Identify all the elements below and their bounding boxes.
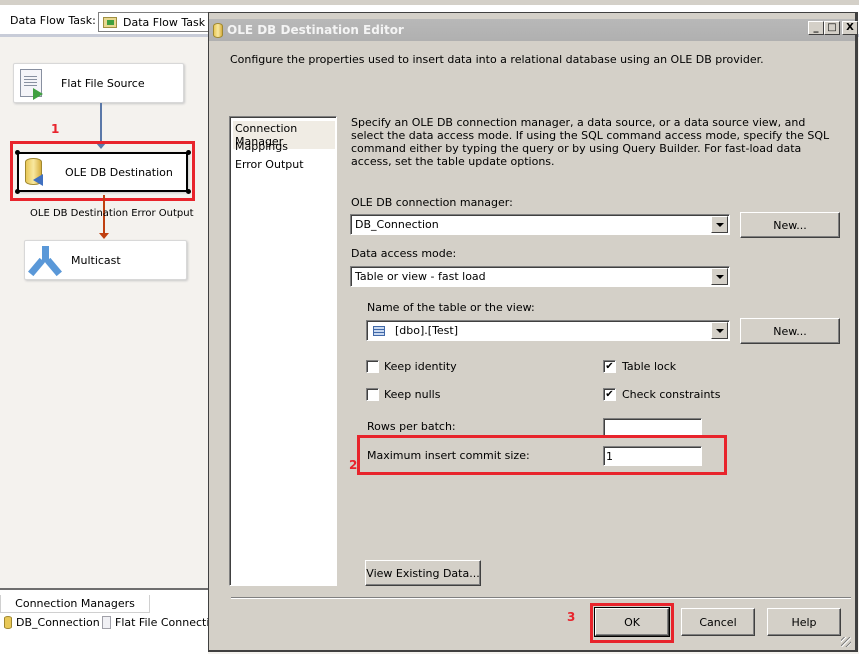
connection-manager-flat-file[interactable]: Flat File Connection [102, 616, 208, 629]
navigation-list: Connection Manager Mappings Error Output [229, 116, 337, 586]
view-existing-data-button[interactable]: View Existing Data... [365, 560, 481, 586]
data-flow-task-value: Data Flow Task [123, 15, 206, 29]
ole-db-destination-component[interactable]: OLE DB Destination [17, 152, 188, 192]
max-insert-commit-size-input[interactable]: 1 [603, 446, 702, 466]
selection-handle[interactable] [15, 150, 20, 155]
keep-identity-checkbox[interactable] [366, 360, 379, 373]
arrow-left-icon [33, 174, 43, 186]
keep-nulls-checkbox[interactable] [366, 388, 379, 401]
new-table-button[interactable]: New... [740, 318, 840, 344]
rows-per-batch-label: Rows per batch: [367, 420, 456, 433]
annotation-3: 3 [567, 610, 576, 624]
table-lock-label: Table lock [622, 360, 677, 373]
check-constraints-checkbox[interactable]: ✔ [603, 388, 616, 401]
error-path-arrow [99, 233, 109, 239]
connection-managers-tab[interactable]: Connection Managers [0, 595, 150, 613]
connection-manager-db[interactable]: DB_Connection [4, 616, 100, 629]
multicast-component[interactable]: Multicast [24, 240, 187, 280]
flat-file-source-component[interactable]: Flat File Source [13, 63, 184, 103]
connection-manager-dropdown[interactable]: DB_Connection [350, 214, 730, 235]
component-label: Multicast [71, 254, 121, 267]
chevron-down-icon[interactable] [711, 322, 728, 339]
data-access-mode-dropdown[interactable]: Table or view - fast load [350, 266, 730, 287]
chevron-down-icon[interactable] [711, 216, 728, 233]
nav-item-error-output[interactable]: Error Output [233, 157, 335, 172]
nav-item-mappings[interactable]: Mappings [233, 139, 335, 154]
dialog-title: OLE DB Destination Editor [227, 23, 404, 37]
help-button[interactable]: Help [767, 608, 841, 636]
selection-handle[interactable] [15, 189, 20, 194]
data-flow-task-selector[interactable]: Data Flow Task [98, 12, 218, 32]
maximize-button[interactable]: □ [824, 21, 840, 35]
error-path-label: OLE DB Destination Error Output [30, 208, 194, 219]
annotation-1: 1 [51, 122, 60, 136]
ole-db-destination-editor-dialog: OLE DB Destination Editor _ □ X Configur… [208, 12, 858, 652]
table-name-label: Name of the table or the view: [367, 301, 535, 314]
close-button[interactable]: X [842, 21, 858, 35]
table-name-dropdown[interactable]: [dbo].[Test] [366, 320, 730, 341]
table-icon [373, 325, 385, 336]
data-flow-task-icon [103, 16, 117, 28]
data-flow-canvas[interactable] [0, 40, 208, 588]
table-lock-checkbox[interactable]: ✔ [603, 360, 616, 373]
data-access-mode-label: Data access mode: [351, 247, 457, 260]
selection-handle[interactable] [186, 189, 191, 194]
max-insert-commit-size-label: Maximum insert commit size: [367, 449, 530, 462]
component-label: Flat File Source [61, 77, 145, 90]
new-connection-button[interactable]: New... [740, 212, 840, 238]
keep-nulls-label: Keep nulls [384, 388, 441, 401]
cancel-button[interactable]: Cancel [681, 608, 755, 636]
dialog-description: Configure the properties used to insert … [230, 53, 764, 66]
resize-grip-icon[interactable] [841, 637, 851, 647]
component-label: OLE DB Destination [65, 166, 173, 179]
multicast-icon [28, 246, 62, 277]
minimize-button[interactable]: _ [808, 21, 824, 35]
data-flow-task-label: Data Flow Task: [10, 14, 96, 27]
flat-file-icon [20, 69, 43, 100]
ok-button[interactable]: OK [594, 607, 670, 637]
selection-handle[interactable] [186, 150, 191, 155]
database-icon [213, 22, 223, 38]
dialog-title-bar[interactable]: OLE DB Destination Editor _ □ X [209, 19, 858, 41]
database-icon [4, 616, 12, 629]
keep-identity-label: Keep identity [384, 360, 457, 373]
check-constraints-label: Check constraints [622, 388, 721, 401]
flat-file-icon [102, 616, 111, 629]
instructions-text: Specify an OLE DB connection manager, a … [351, 116, 830, 168]
footer-separator [231, 597, 851, 599]
connection-manager-label: OLE DB connection manager: [351, 196, 513, 209]
chevron-down-icon[interactable] [711, 268, 728, 285]
